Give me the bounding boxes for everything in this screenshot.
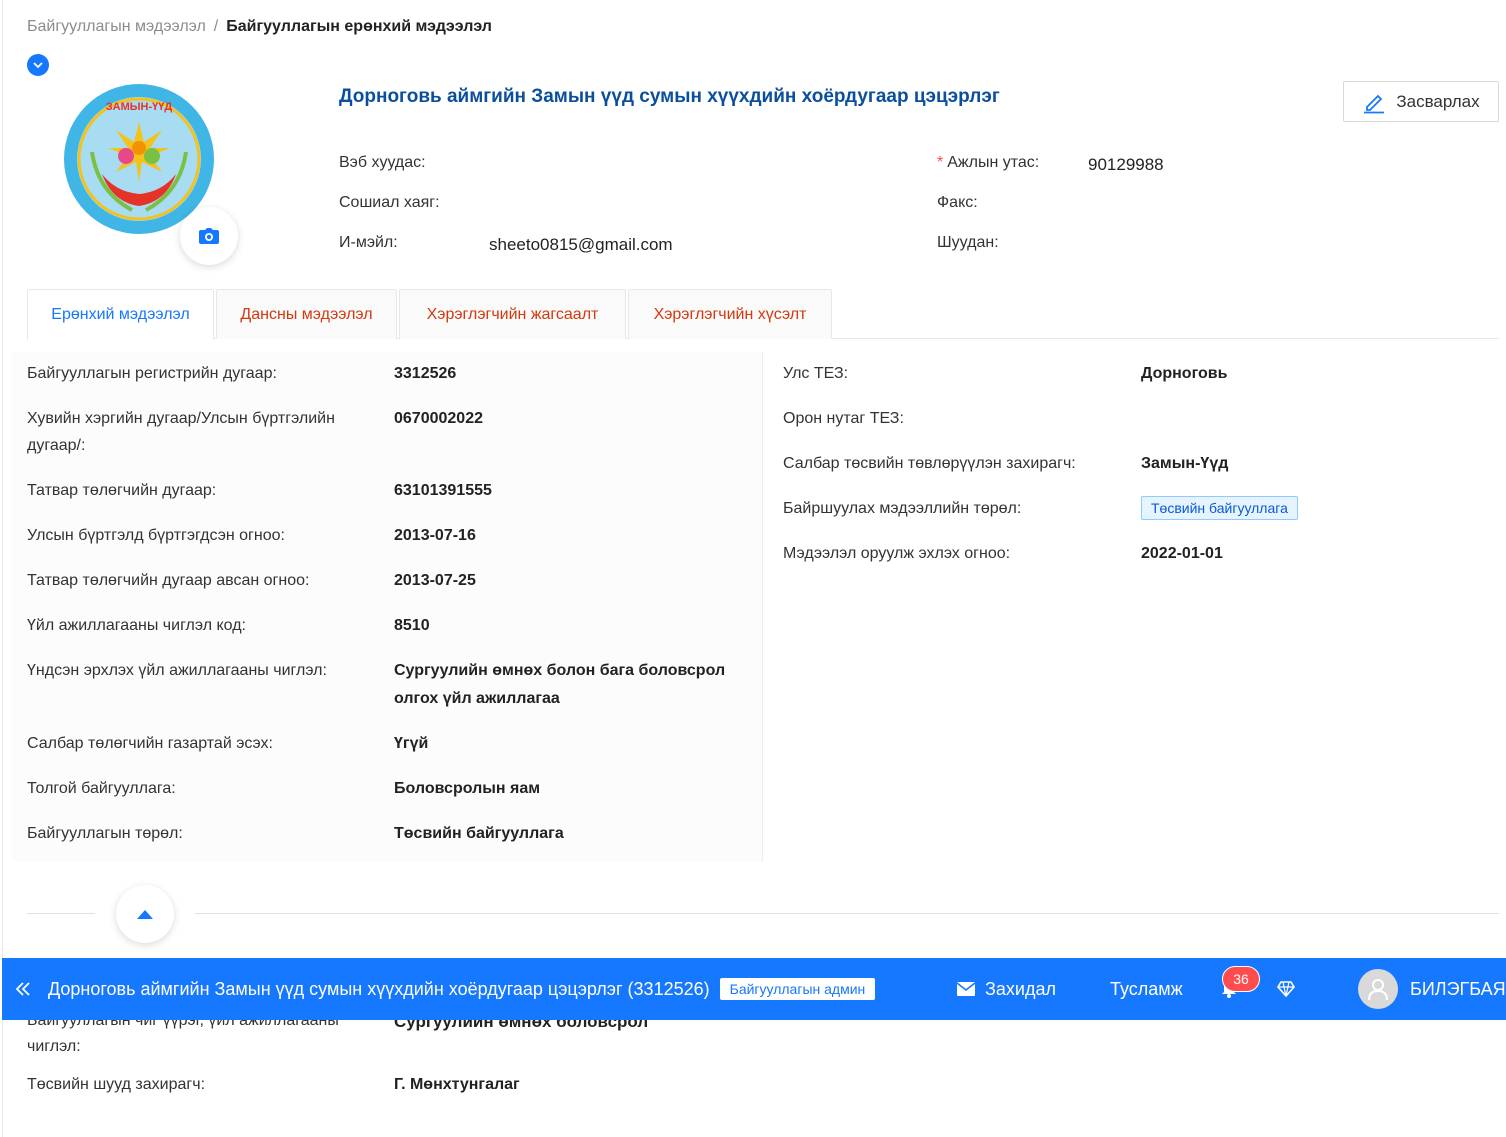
upload-logo-button[interactable] <box>180 207 238 265</box>
detail-label: Орон нутаг ТЕЗ: <box>783 410 904 427</box>
phone-label: * Ажлын утас: <box>937 154 1040 171</box>
website-label: Вэб хуудас: <box>339 154 426 171</box>
detail-value: 2022-01-01 <box>1141 545 1223 562</box>
detail-label: Үйл ажиллагааны чиглэл код: <box>27 617 246 634</box>
detail-value: Үгүй <box>394 735 429 752</box>
detail-label: Байгууллагын төрөл: <box>27 825 183 842</box>
detail-value: 3312526 <box>394 365 457 382</box>
edit-pencil-icon <box>1364 94 1385 113</box>
breadcrumb-separator: / <box>213 18 219 35</box>
detail-label: Толгой байгууллага: <box>27 780 176 797</box>
tab-account-info[interactable]: Дансны мэдээлэл <box>216 289 397 339</box>
organization-title: Дорноговь аймгийн Замын үүд сумын хүүхди… <box>339 86 1000 107</box>
breadcrumb: Байгууллагын мэдээлэл / Байгууллагын ерөнх… <box>27 18 492 36</box>
chevron-down-icon <box>33 62 43 69</box>
diamond-icon <box>1277 981 1295 997</box>
premium-button[interactable] <box>1277 958 1295 1020</box>
detail-label: Салбар төсвийн төвлөрүүлэн захирагч: <box>783 455 1076 472</box>
shuudan-label: Шуудан: <box>937 234 999 251</box>
notification-count-badge: 36 <box>1222 966 1260 992</box>
collapse-sidebar-button[interactable] <box>14 958 32 1020</box>
detail-value: 63101391555 <box>394 482 492 499</box>
help-label: Тусламж <box>1110 978 1183 999</box>
help-button[interactable]: Тусламж <box>1110 958 1183 1020</box>
breadcrumb-current: Байгууллагын ерөнхий мэдээлэл <box>226 18 492 35</box>
detail-value: Замын-Үүд <box>1141 455 1229 472</box>
info-type-badge: Төсвийн байгууллага <box>1141 496 1298 520</box>
detail-value: 2013-07-25 <box>394 572 476 589</box>
user-name: БИЛЭГБАЯР <box>1410 978 1506 999</box>
current-organization[interactable]: Дорноговь аймгийн Замын үүд сумын хүүхди… <box>48 958 876 1020</box>
detail-value: Боловсролын яам <box>394 780 541 797</box>
double-chevron-left-icon <box>15 982 30 996</box>
detail-label: Байршуулах мэдээллийн төрөл: <box>783 500 1022 517</box>
detail-label: Салбар төлөгчийн газартай эсэх: <box>27 735 273 752</box>
user-icon <box>1368 979 1388 1001</box>
fax-label: Факс: <box>937 194 978 211</box>
email-label: И-мэйл: <box>339 234 398 251</box>
current-organization-name: Дорноговь аймгийн Замын үүд сумын хүүхди… <box>48 978 710 999</box>
role-badge: Байгууллагын админ <box>719 978 876 1000</box>
detail-label: Татвар төлөгчийн дугаар авсан огноо: <box>27 572 310 589</box>
collapse-section-button[interactable] <box>116 885 174 943</box>
tab-user-requests[interactable]: Хэрэглэгчийн хүсэлт <box>628 289 832 339</box>
section-separator-left <box>27 913 95 914</box>
detail-value: Төсвийн байгууллага <box>394 825 564 842</box>
bottom-nav-bar: Дорноговь аймгийн Замын үүд сумын хүүхди… <box>2 958 1506 1020</box>
phone-value: 90129988 <box>1088 155 1164 174</box>
collapse-toggle-button[interactable] <box>27 54 49 76</box>
detail-value: 0670002022 <box>394 410 483 427</box>
social-label: Сошиал хаяг: <box>339 194 440 211</box>
detail-label: Хувийн хэргийн дугаар/Улсын бүртгэлийн д… <box>27 410 335 454</box>
detail-value: Дорноговь <box>1141 365 1228 382</box>
partial-detail-label-cont: чиглэл: <box>27 1038 81 1055</box>
breadcrumb-parent-link[interactable]: Байгууллагын мэдээлэл <box>27 18 206 35</box>
detail-value: Сургуулийн өмнөх болон бага боловсрол ол… <box>394 662 726 707</box>
detail-label: Мэдээлэл оруулж эхлэх огноо: <box>783 545 1011 562</box>
user-menu[interactable]: БИЛЭГБАЯР <box>1410 958 1506 1020</box>
detail-value: 8510 <box>394 617 430 634</box>
detail-value: 2013-07-16 <box>394 527 476 544</box>
detail-label: Татвар төлөгчийн дугаар: <box>27 482 217 499</box>
details-column-divider <box>762 352 763 862</box>
caret-up-icon <box>137 910 153 919</box>
camera-icon <box>199 228 219 244</box>
mail-icon <box>957 982 975 996</box>
detail-label: Улсын бүртгэлд бүртгэгдсэн огноо: <box>27 527 285 544</box>
mail-label: Захидал <box>985 978 1056 999</box>
mail-button[interactable]: Захидал <box>957 958 1056 1020</box>
tab-user-list[interactable]: Хэрэглэгчийн жагсаалт <box>399 289 626 339</box>
detail-label: Үндсэн эрхлэх үйл ажиллагааны чиглэл: <box>27 662 327 679</box>
detail-label: Байгууллагын регистрийн дугаар: <box>27 365 277 382</box>
logo-text: ЗАМЫН-ҮҮД <box>106 101 173 113</box>
avatar[interactable] <box>1358 969 1398 1009</box>
tab-general-info[interactable]: Ерөнхий мэдээлэл <box>27 289 214 340</box>
manager-value: Г. Мөнхтунгалаг <box>394 1076 520 1093</box>
email-value: sheeto0815@gmail.com <box>489 235 673 254</box>
edit-button-label: Засварлах <box>1396 91 1480 111</box>
detail-label: Улс ТЕЗ: <box>783 365 849 382</box>
section-separator-right <box>195 913 1499 914</box>
edit-button[interactable]: Засварлах <box>1343 81 1499 122</box>
manager-label: Төсвийн шууд захирагч: <box>27 1076 206 1093</box>
